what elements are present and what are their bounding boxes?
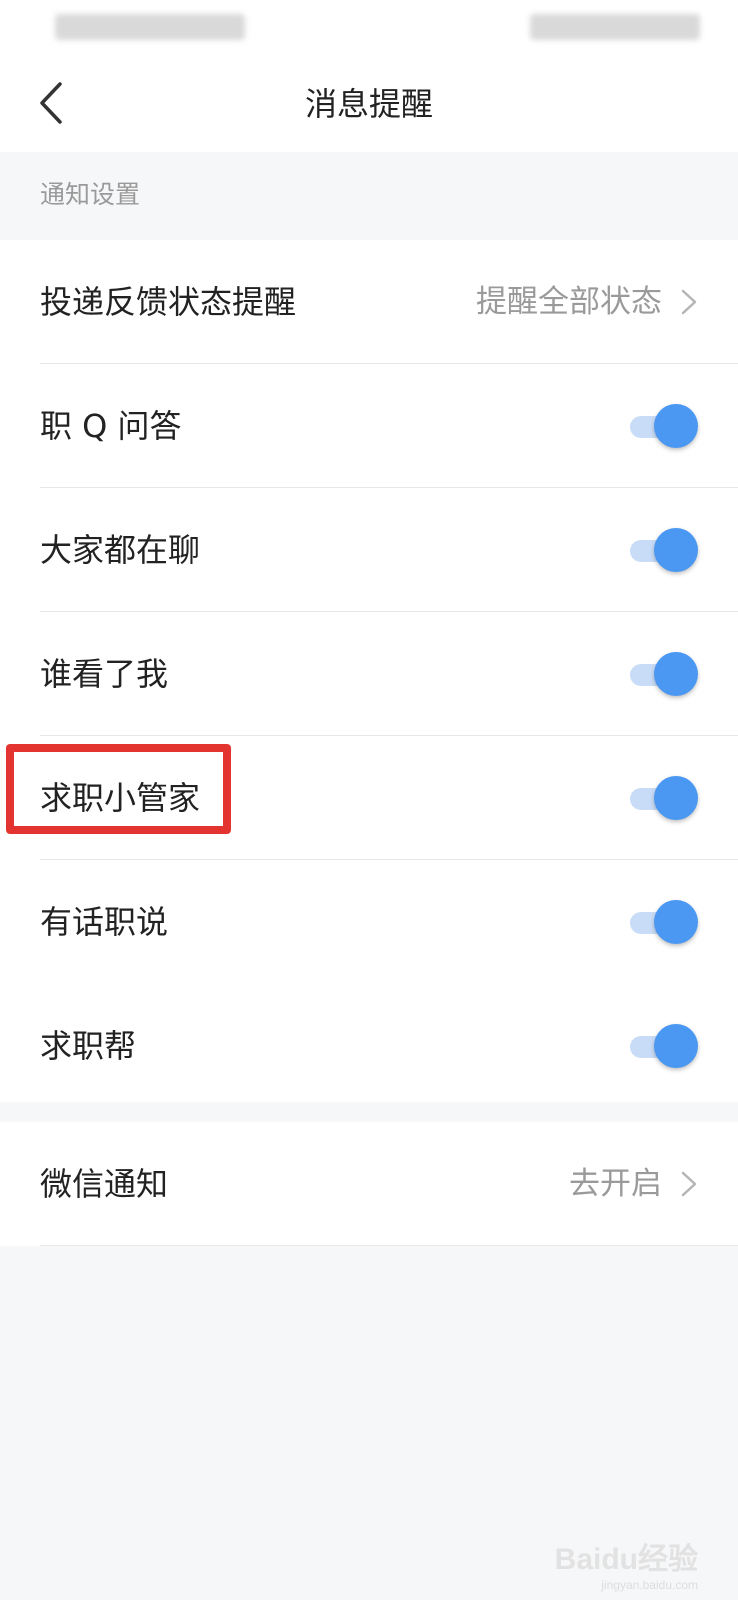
toggle-thumb — [654, 776, 698, 820]
row-delivery-feedback[interactable]: 投递反馈状态提醒 提醒全部状态 — [0, 240, 738, 364]
wechat-group: 微信通知 去开启 — [0, 1122, 738, 1246]
row-label: 求职帮 — [40, 1027, 137, 1065]
toggle-thumb — [654, 900, 698, 944]
page-title: 消息提醒 — [304, 85, 433, 123]
row-label: 职 Q 问答 — [40, 407, 182, 445]
blurred-status-left — [55, 14, 245, 40]
row-value: 提醒全部状态 — [476, 284, 662, 320]
toggle-switch[interactable] — [630, 900, 698, 944]
toggle-switch[interactable] — [630, 528, 698, 572]
toggle-thumb — [654, 1024, 698, 1068]
watermark-url: jingyan.baidu.com — [601, 1578, 698, 1592]
nav-bar: 消息提醒 — [0, 62, 738, 152]
toggle-switch[interactable] — [630, 776, 698, 820]
row-label: 微信通知 — [40, 1165, 169, 1203]
toggle-switch[interactable] — [630, 652, 698, 696]
watermark-logo: Baidu经验 — [554, 1543, 698, 1576]
blurred-status-right — [530, 14, 700, 40]
chevron-right-icon — [681, 1171, 697, 1197]
row-everyone-chatting: 大家都在聊 — [0, 488, 738, 612]
row-job-help: 求职帮 — [0, 984, 738, 1108]
row-value: 去开启 — [569, 1166, 662, 1202]
toggle-thumb — [654, 652, 698, 696]
annotation-highlight-box — [6, 744, 231, 834]
toggle-switch[interactable] — [630, 1024, 698, 1068]
row-label: 谁看了我 — [40, 655, 169, 693]
row-label: 大家都在聊 — [40, 531, 201, 569]
screen: 消息提醒 通知设置 投递反馈状态提醒 提醒全部状态 职 Q 问答 大家都在聊 谁… — [0, 0, 738, 1600]
divider — [40, 1245, 738, 1246]
row-label: 投递反馈状态提醒 — [40, 283, 297, 321]
notification-settings-group: 投递反馈状态提醒 提醒全部状态 职 Q 问答 大家都在聊 谁看了我 求职小管家 … — [0, 240, 738, 1102]
row-zhiq-qa: 职 Q 问答 — [0, 364, 738, 488]
section-title: 通知设置 — [40, 180, 141, 209]
toggle-thumb — [654, 528, 698, 572]
row-wechat-notification[interactable]: 微信通知 去开启 — [0, 1122, 738, 1246]
section-header: 通知设置 — [0, 152, 738, 240]
row-career-talk: 有话职说 — [0, 860, 738, 984]
toggle-switch[interactable] — [630, 404, 698, 448]
status-bar — [0, 0, 738, 62]
row-who-viewed-me: 谁看了我 — [0, 612, 738, 736]
toggle-thumb — [654, 404, 698, 448]
chevron-right-icon — [681, 289, 697, 315]
row-label: 有话职说 — [40, 903, 169, 941]
